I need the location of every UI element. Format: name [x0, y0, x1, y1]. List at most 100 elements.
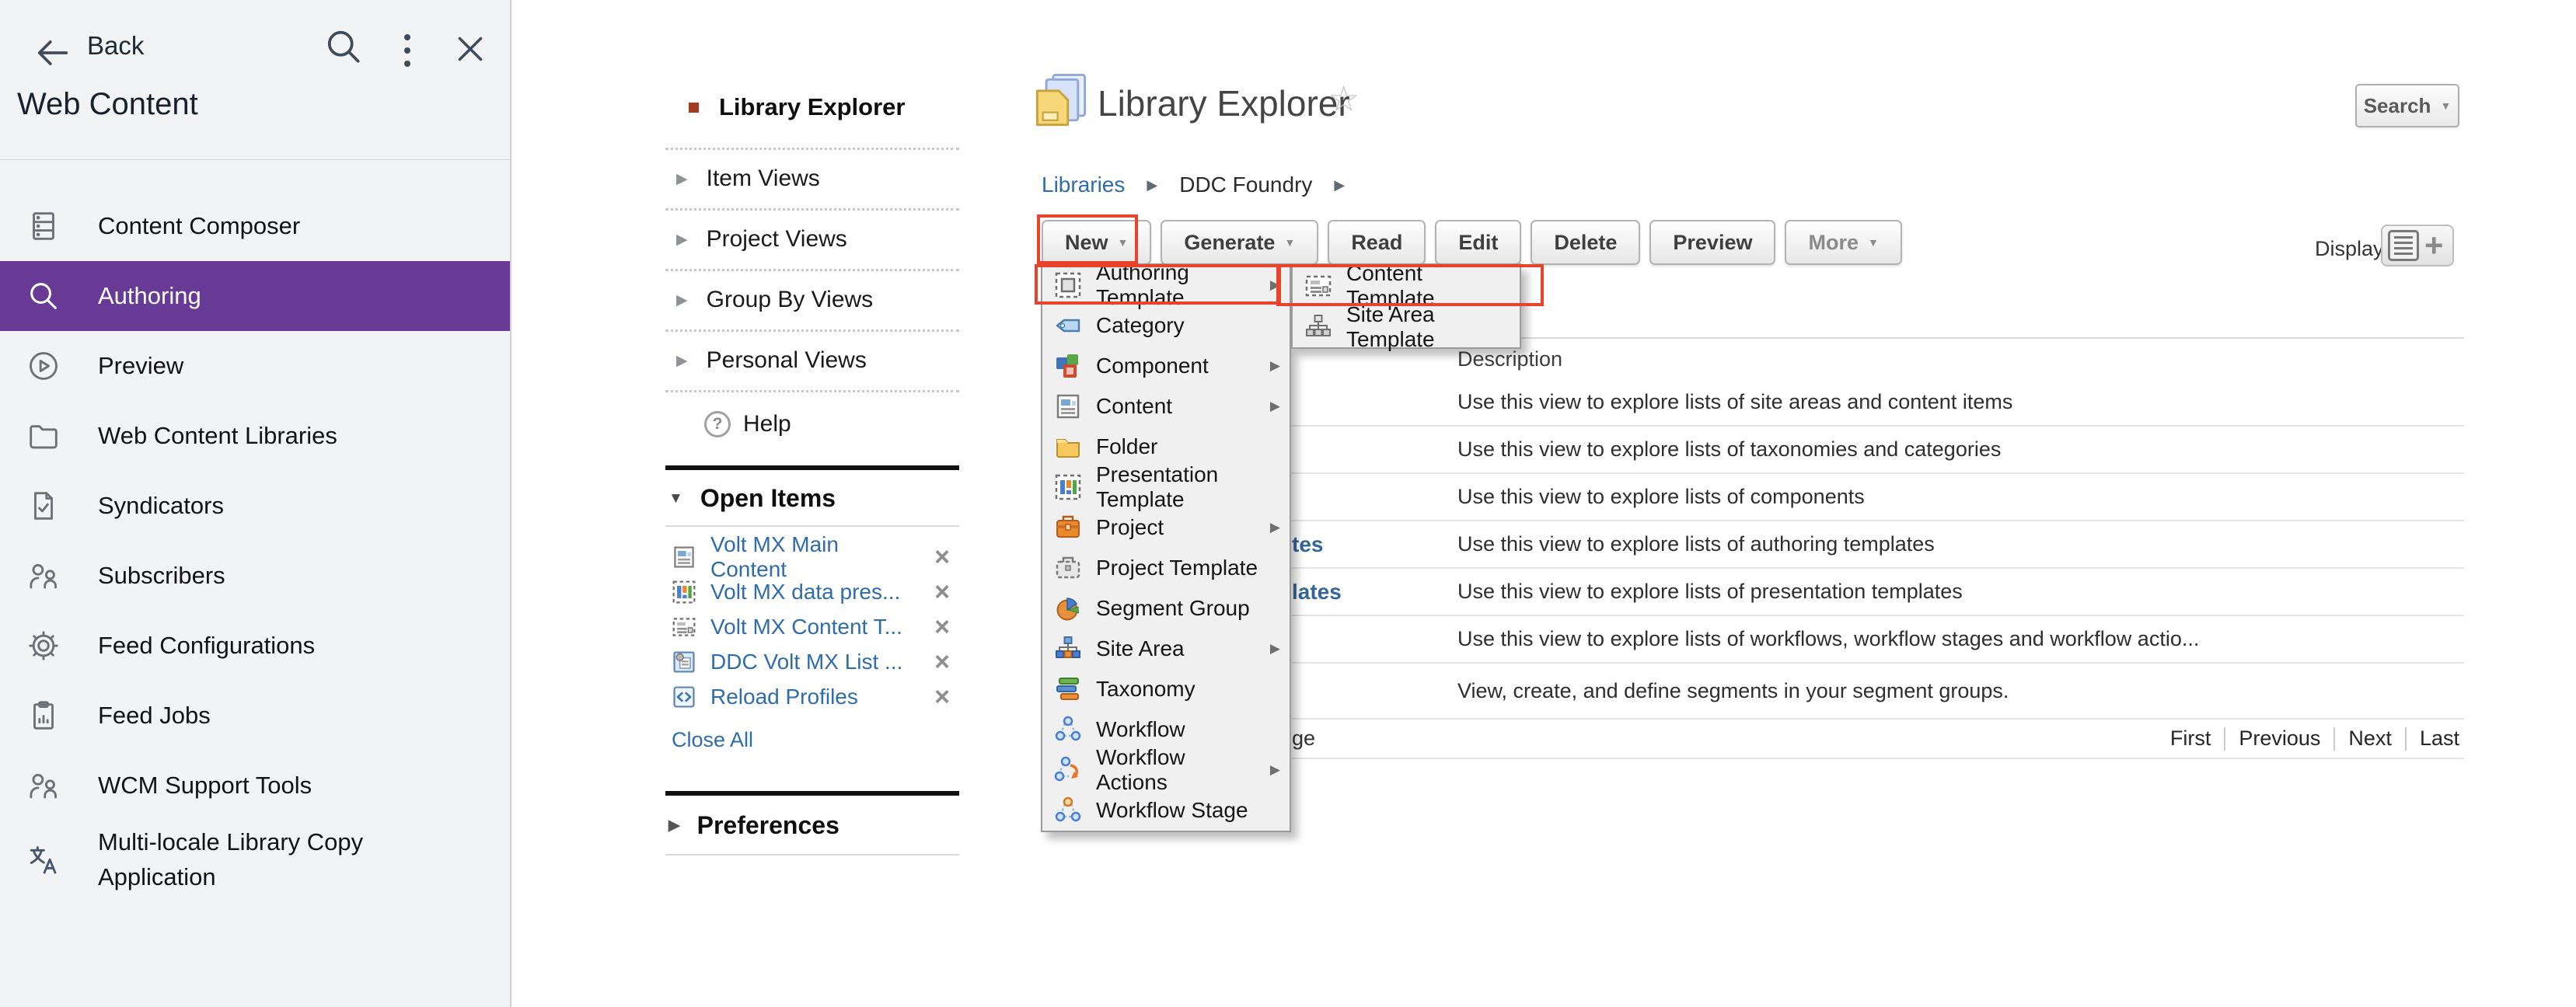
divider	[2224, 727, 2225, 751]
sidebar-item-authoring[interactable]: Authoring	[0, 261, 510, 331]
tree-item-group-by-views[interactable]: ▶ Group By Views	[665, 271, 959, 329]
sidebar-title: Web Content	[17, 87, 198, 122]
sidebar-item-web-content-libraries[interactable]: Web Content Libraries	[0, 401, 510, 471]
open-items-header[interactable]: ▼ Open Items	[665, 470, 959, 525]
row-description: Use this view to explore lists of presen…	[1457, 580, 1963, 604]
row-description: Use this view to explore lists of taxono…	[1457, 437, 2001, 462]
open-item-link[interactable]: Volt MX Content T...	[710, 615, 902, 639]
back-button[interactable]: Back	[87, 31, 144, 61]
row-name-link[interactable]: lates	[1292, 580, 1342, 605]
sidebar-item-label: Authoring	[98, 279, 201, 314]
menu-item-taxonomy[interactable]: Taxonomy	[1042, 669, 1290, 709]
authoring-views-panel: Library Explorer ▶ Item Views ▶ Project …	[665, 87, 959, 855]
preferences-header[interactable]: ▶ Preferences	[665, 796, 959, 854]
add-view-icon[interactable]: +	[2424, 232, 2444, 259]
sidebar-item-multi-locale-library-copy[interactable]: Multi-locale Library Copy Application	[0, 821, 510, 900]
search-button[interactable]: Search ▼	[2355, 84, 2459, 127]
generate-button[interactable]: Generate ▼	[1161, 220, 1318, 265]
close-item-icon[interactable]: ×	[934, 649, 950, 675]
search-icon[interactable]	[322, 25, 365, 68]
play-circle-icon	[23, 348, 64, 384]
workflow-actions-icon	[1054, 756, 1082, 784]
users-icon	[23, 768, 64, 803]
close-item-icon[interactable]: ×	[934, 614, 950, 640]
favorite-star-icon[interactable]: ☆	[1328, 78, 1360, 120]
overflow-menu-icon[interactable]	[404, 34, 410, 67]
users-icon	[23, 558, 64, 594]
pagination-first[interactable]: First	[2170, 727, 2211, 751]
open-item-row: Volt MX Main Content ×	[672, 539, 959, 574]
help-link[interactable]: ? Help	[665, 392, 959, 453]
menu-item-workflow[interactable]: Workflow	[1042, 709, 1290, 750]
pagination-previous[interactable]: Previous	[2239, 727, 2320, 751]
submenu-item-site-area-template[interactable]: Site Area Template	[1293, 306, 1520, 347]
breadcrumb: Libraries ▶ DDC Foundry ▶	[1042, 172, 1345, 197]
menu-item-project[interactable]: Project ▶	[1042, 507, 1290, 548]
pagination-last[interactable]: Last	[2420, 727, 2459, 751]
sidebar-item-feed-configurations[interactable]: Feed Configurations	[0, 611, 510, 681]
menu-item-folder[interactable]: Folder	[1042, 427, 1290, 467]
more-button[interactable]: More ▼	[1785, 220, 1901, 265]
menu-item-component[interactable]: Component ▶	[1042, 346, 1290, 386]
row-name-link[interactable]: tes	[1292, 532, 1323, 557]
close-item-icon[interactable]: ×	[934, 544, 950, 570]
content-icon	[1054, 392, 1082, 420]
pagination: First Previous Next Last	[2170, 727, 2459, 751]
open-item-link[interactable]: DDC Volt MX List ...	[710, 650, 902, 674]
open-item-link[interactable]: Reload Profiles	[710, 685, 858, 709]
sidebar-item-syndicators[interactable]: Syndicators	[0, 471, 510, 541]
close-all-link[interactable]: Close All	[665, 717, 959, 779]
open-item-link[interactable]: Volt MX data pres...	[710, 580, 900, 605]
site-area-template-icon	[1304, 313, 1332, 341]
tree-item-item-views[interactable]: ▶ Item Views	[665, 150, 959, 208]
chevron-down-icon: ▼	[1118, 236, 1129, 249]
menu-item-content[interactable]: Content ▶	[1042, 386, 1290, 427]
menu-item-workflow-actions[interactable]: Workflow Actions ▶	[1042, 750, 1290, 790]
close-item-icon[interactable]: ×	[934, 579, 950, 605]
breadcrumb-libraries-link[interactable]: Libraries	[1042, 172, 1125, 197]
sidebar-item-wcm-support-tools[interactable]: WCM Support Tools	[0, 751, 510, 821]
sidebar-item-content-composer[interactable]: Content Composer	[0, 191, 510, 261]
submenu-item-content-template[interactable]: Content Template	[1293, 265, 1520, 306]
sidebar-item-preview[interactable]: Preview	[0, 331, 510, 401]
tree-item-library-explorer[interactable]: Library Explorer	[665, 87, 959, 148]
project-icon	[1054, 514, 1082, 542]
folder-icon	[1054, 433, 1082, 461]
content-icon	[672, 545, 696, 570]
code-icon	[672, 685, 696, 709]
sidebar-item-label: Multi-locale Library Copy Application	[98, 825, 456, 895]
help-label: Help	[743, 411, 791, 437]
list-view-icon[interactable]	[2388, 230, 2419, 261]
sidebar-item-label: WCM Support Tools	[98, 768, 312, 803]
menu-item-workflow-stage[interactable]: Workflow Stage	[1042, 790, 1290, 831]
tree-item-project-views[interactable]: ▶ Project Views	[665, 211, 959, 269]
open-item-link[interactable]: Volt MX Main Content	[710, 532, 920, 582]
sidebar-item-feed-jobs[interactable]: Feed Jobs	[0, 681, 510, 751]
delete-button[interactable]: Delete	[1531, 220, 1640, 265]
menu-item-category[interactable]: Category	[1042, 305, 1290, 346]
menu-item-label: Presentation Template	[1096, 462, 1280, 512]
menu-item-authoring-template[interactable]: Authoring Template ▶	[1042, 265, 1290, 305]
menu-item-project-template[interactable]: Project Template	[1042, 548, 1290, 588]
site-area-icon	[1054, 635, 1082, 663]
back-arrow-icon[interactable]	[33, 33, 73, 73]
read-button[interactable]: Read	[1328, 220, 1426, 265]
button-label: Edit	[1458, 231, 1498, 255]
new-button[interactable]: New ▼	[1042, 220, 1151, 265]
preferences-title: Preferences	[697, 811, 839, 840]
close-icon[interactable]	[451, 30, 490, 68]
pagination-next[interactable]: Next	[2348, 727, 2392, 751]
menu-item-site-area[interactable]: Site Area ▶	[1042, 629, 1290, 669]
sidebar-item-subscribers[interactable]: Subscribers	[0, 541, 510, 611]
edit-button[interactable]: Edit	[1435, 220, 1521, 265]
display-mode-toggle[interactable]: +	[2381, 225, 2454, 267]
list-item-icon	[672, 650, 696, 674]
menu-item-label: Taxonomy	[1096, 677, 1196, 702]
close-item-icon[interactable]: ×	[934, 684, 950, 710]
menu-item-presentation-template[interactable]: Presentation Template	[1042, 467, 1290, 507]
tree-item-label: Item Views	[707, 166, 820, 192]
tree-item-personal-views[interactable]: ▶ Personal Views	[665, 332, 959, 390]
preview-button[interactable]: Preview	[1649, 220, 1775, 265]
menu-item-segment-group[interactable]: Segment Group	[1042, 588, 1290, 629]
row-description: Use this view to explore lists of compon…	[1457, 485, 1865, 509]
